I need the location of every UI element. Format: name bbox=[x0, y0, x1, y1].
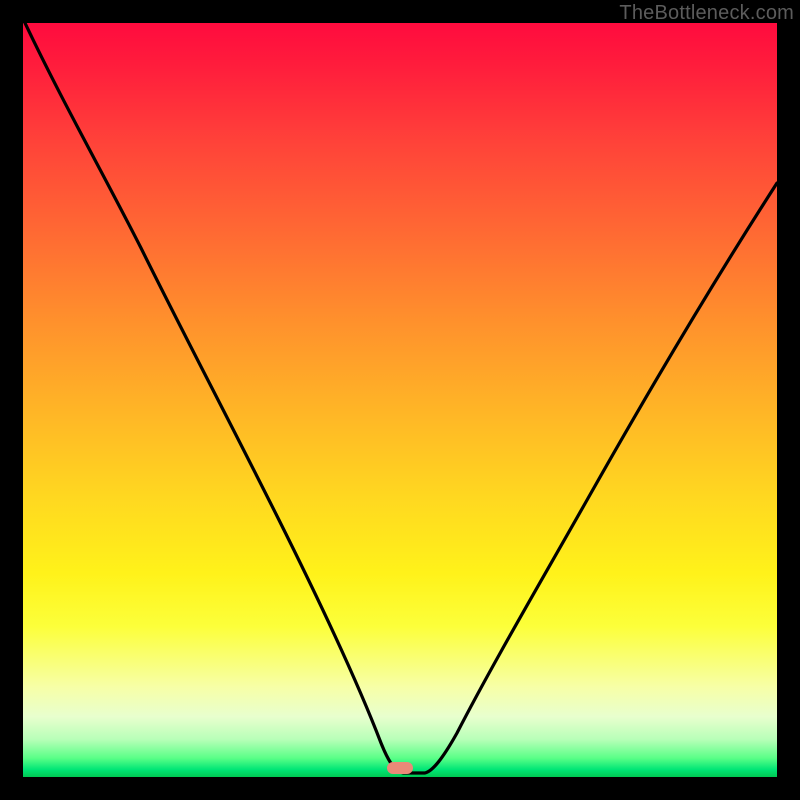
curve-path bbox=[25, 23, 777, 773]
bottleneck-curve bbox=[23, 23, 777, 777]
bottleneck-marker bbox=[387, 762, 413, 774]
chart-stage: TheBottleneck.com bbox=[0, 0, 800, 800]
plot-area bbox=[23, 23, 777, 777]
watermark-text: TheBottleneck.com bbox=[619, 2, 794, 25]
